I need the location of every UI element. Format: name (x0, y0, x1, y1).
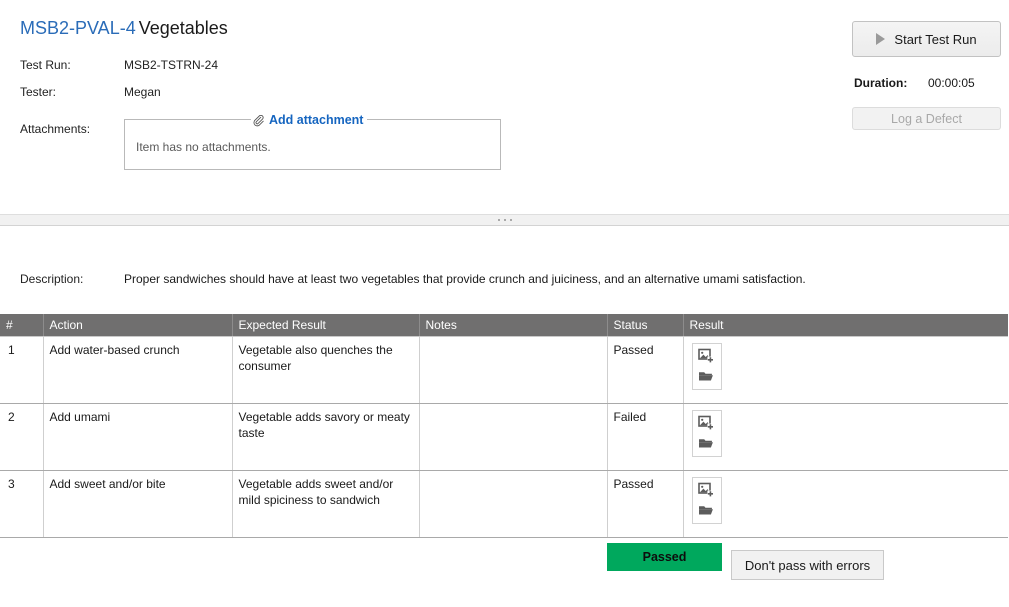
passed-button[interactable]: Passed (607, 543, 722, 571)
page-title-id[interactable]: MSB2-PVAL-4 (20, 18, 136, 38)
cell-action[interactable]: Add sweet and/or bite (43, 471, 232, 538)
cell-notes[interactable] (419, 471, 607, 538)
cell-action[interactable]: Add umami (43, 404, 232, 471)
tester-value: Megan (124, 85, 161, 99)
description-label: Description: (20, 272, 83, 286)
test-run-label: Test Run: (20, 58, 71, 72)
column-header-action[interactable]: Action (43, 314, 232, 337)
open-folder-icon[interactable] (698, 502, 715, 519)
cell-result (683, 471, 1008, 538)
duration-value: 00:00:05 (928, 76, 975, 90)
start-test-run-button[interactable]: Start Test Run (852, 21, 1001, 57)
paperclip-icon (253, 115, 266, 128)
cell-result (683, 404, 1008, 471)
test-steps-table: # Action Expected Result Notes Status Re… (0, 314, 1008, 538)
add-image-icon[interactable] (698, 415, 715, 432)
start-test-run-label: Start Test Run (894, 32, 976, 47)
cell-number: 1 (0, 337, 43, 404)
page-title-name: Vegetables (139, 18, 228, 38)
add-attachment-button[interactable]: Add attachment (251, 111, 367, 129)
cell-number: 2 (0, 404, 43, 471)
test-run-value: MSB2-TSTRN-24 (124, 58, 218, 72)
column-header-status[interactable]: Status (607, 314, 683, 337)
result-icon-group (692, 343, 722, 390)
dont-pass-with-errors-button[interactable]: Don't pass with errors (731, 550, 884, 580)
cell-notes[interactable] (419, 337, 607, 404)
splitter-grip-icon (498, 219, 512, 221)
open-folder-icon[interactable] (698, 368, 715, 385)
cell-status: Passed (607, 337, 683, 404)
cell-status: Passed (607, 471, 683, 538)
log-a-defect-button[interactable]: Log a Defect (852, 107, 1001, 130)
add-image-icon[interactable] (698, 348, 715, 365)
passed-button-label: Passed (643, 550, 687, 564)
table-row[interactable]: 1 Add water-based crunch Vegetable also … (0, 337, 1008, 404)
cell-number: 3 (0, 471, 43, 538)
column-header-number[interactable]: # (0, 314, 43, 337)
dont-pass-with-errors-label: Don't pass with errors (745, 558, 870, 573)
cell-notes[interactable] (419, 404, 607, 471)
duration-label: Duration: (854, 76, 907, 90)
play-icon (876, 33, 885, 45)
add-image-icon[interactable] (698, 482, 715, 499)
attachments-label: Attachments: (20, 122, 90, 136)
cell-expected[interactable]: Vegetable adds savory or meaty taste (232, 404, 419, 471)
open-folder-icon[interactable] (698, 435, 715, 452)
table-row[interactable]: 2 Add umami Vegetable adds savory or mea… (0, 404, 1008, 471)
tester-label: Tester: (20, 85, 56, 99)
cell-expected[interactable]: Vegetable adds sweet and/or mild spicine… (232, 471, 419, 538)
cell-expected[interactable]: Vegetable also quenches the consumer (232, 337, 419, 404)
cell-status: Failed (607, 404, 683, 471)
add-attachment-label: Add attachment (269, 111, 363, 129)
result-icon-group (692, 410, 722, 457)
column-header-expected[interactable]: Expected Result (232, 314, 419, 337)
description-value: Proper sandwiches should have at least t… (124, 272, 984, 286)
cell-action[interactable]: Add water-based crunch (43, 337, 232, 404)
column-header-notes[interactable]: Notes (419, 314, 607, 337)
cell-result (683, 337, 1008, 404)
item-header-panel: MSB2-PVAL-4Vegetables Test Run: MSB2-TST… (0, 0, 1009, 214)
page-title: MSB2-PVAL-4Vegetables (20, 18, 228, 39)
log-a-defect-label: Log a Defect (891, 112, 962, 126)
table-header-row: # Action Expected Result Notes Status Re… (0, 314, 1008, 337)
panel-splitter[interactable] (0, 214, 1009, 226)
attachments-empty-text: Item has no attachments. (136, 140, 271, 154)
column-header-result[interactable]: Result (683, 314, 1008, 337)
result-icon-group (692, 477, 722, 524)
table-row[interactable]: 3 Add sweet and/or bite Vegetable adds s… (0, 471, 1008, 538)
